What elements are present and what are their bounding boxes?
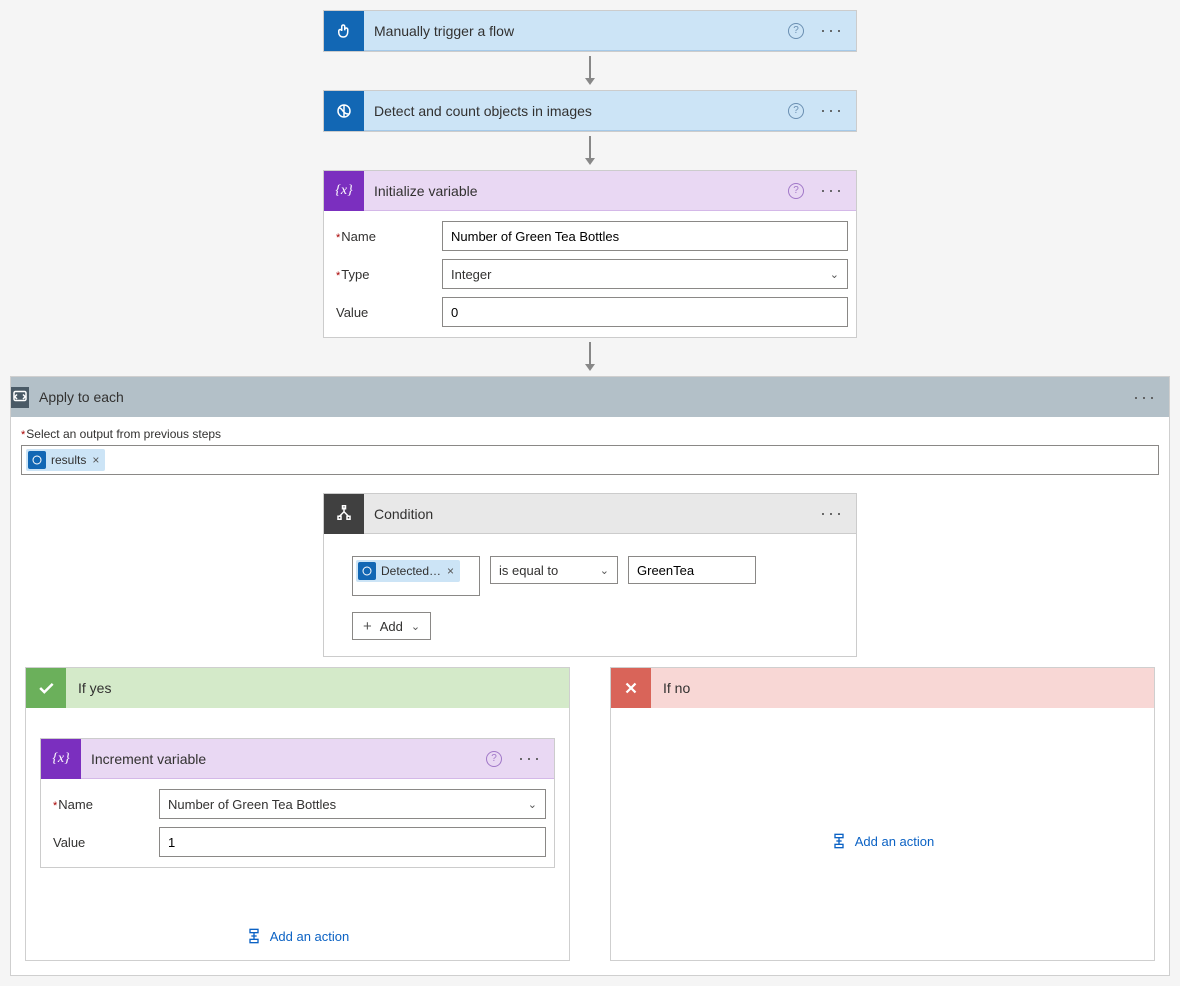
more-icon[interactable]: ··· (820, 180, 844, 201)
step-condition[interactable]: Condition ··· Detected… × (323, 493, 857, 657)
check-icon (26, 668, 66, 708)
type-label: *Type (332, 267, 442, 282)
add-step-icon (246, 928, 262, 944)
ai-icon (358, 562, 376, 580)
add-step-icon (831, 833, 847, 849)
plus-icon: + (363, 618, 372, 635)
help-icon[interactable]: ? (788, 23, 804, 39)
step-initialize-variable[interactable]: {x} Initialize variable ? ··· *Name *Typ… (323, 170, 857, 338)
step-title: Increment variable (81, 751, 486, 767)
name-label: *Name (332, 229, 442, 244)
branch-icon (324, 494, 364, 534)
type-select[interactable]: Integer ⌄ (442, 259, 848, 289)
branch-title: If yes (66, 680, 557, 696)
variable-icon: {x} (324, 171, 364, 211)
condition-left-input[interactable]: Detected… × (352, 556, 480, 596)
help-icon[interactable]: ? (486, 751, 502, 767)
select-output-label: *Select an output from previous steps (21, 427, 1159, 441)
touch-icon (324, 11, 364, 51)
condition-right-input[interactable] (628, 556, 756, 584)
value-input[interactable] (442, 297, 848, 327)
add-condition-button[interactable]: + Add ⌄ (352, 612, 431, 640)
loop-icon (11, 387, 29, 408)
step-title: Manually trigger a flow (364, 23, 788, 39)
add-action-button[interactable]: Add an action (831, 833, 935, 849)
x-icon (611, 668, 651, 708)
more-icon[interactable]: ··· (518, 748, 542, 769)
more-icon[interactable]: ··· (820, 100, 844, 121)
more-icon[interactable]: ··· (820, 503, 844, 524)
token-detected[interactable]: Detected… × (356, 560, 460, 582)
name-label: *Name (49, 797, 159, 812)
ai-icon (28, 451, 46, 469)
more-icon[interactable]: ··· (820, 20, 844, 41)
step-title: Apply to each (29, 389, 1133, 405)
step-increment-variable[interactable]: {x} Increment variable ? ··· *Name (40, 738, 555, 868)
step-title: Initialize variable (364, 183, 788, 199)
name-input[interactable] (442, 221, 848, 251)
chevron-down-icon: ⌄ (830, 268, 839, 281)
chevron-down-icon: ⌄ (411, 620, 420, 633)
step-manually-trigger[interactable]: Manually trigger a flow ? ··· (323, 10, 857, 52)
step-title: Detect and count objects in images (364, 103, 788, 119)
chevron-down-icon: ⌄ (528, 798, 537, 811)
select-output-input[interactable]: results × (21, 445, 1159, 475)
branch-if-yes: If yes {x} Increment variable ? (25, 667, 570, 961)
branch-if-no: If no Add an action (610, 667, 1155, 961)
step-apply-to-each[interactable]: Apply to each ··· *Select an output from… (10, 376, 1170, 976)
close-icon[interactable]: × (447, 564, 454, 578)
more-icon[interactable]: ··· (1133, 387, 1157, 408)
close-icon[interactable]: × (92, 453, 99, 467)
value-label: Value (49, 835, 159, 850)
token-results[interactable]: results × (26, 449, 105, 471)
step-title: Condition (364, 506, 820, 522)
value-input[interactable] (159, 827, 546, 857)
arrow-down-icon (582, 132, 598, 170)
help-icon[interactable]: ? (788, 103, 804, 119)
branch-title: If no (651, 680, 1142, 696)
help-icon[interactable]: ? (788, 183, 804, 199)
arrow-down-icon (582, 338, 598, 376)
add-action-button[interactable]: Add an action (246, 928, 350, 944)
step-detect-objects[interactable]: Detect and count objects in images ? ··· (323, 90, 857, 132)
brain-icon (324, 91, 364, 131)
variable-icon: {x} (41, 739, 81, 779)
value-label: Value (332, 305, 442, 320)
condition-operator-select[interactable]: is equal to ⌄ (490, 556, 618, 584)
name-select[interactable]: Number of Green Tea Bottles ⌄ (159, 789, 546, 819)
chevron-down-icon: ⌄ (600, 564, 609, 577)
arrow-down-icon (582, 52, 598, 90)
